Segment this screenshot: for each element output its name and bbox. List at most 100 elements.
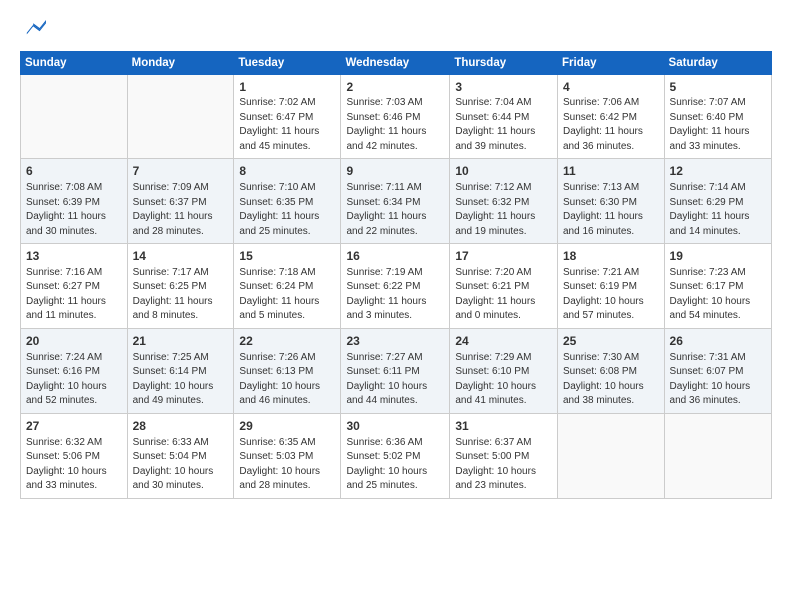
day-cell: 19Sunrise: 7:23 AM Sunset: 6:17 PM Dayli… bbox=[664, 244, 771, 329]
day-number: 9 bbox=[346, 163, 444, 180]
day-number: 15 bbox=[239, 248, 335, 265]
day-info: Sunrise: 7:18 AM Sunset: 6:24 PM Dayligh… bbox=[239, 266, 335, 324]
day-number: 17 bbox=[455, 248, 552, 265]
day-number: 13 bbox=[26, 248, 122, 265]
day-cell: 24Sunrise: 7:29 AM Sunset: 6:10 PM Dayli… bbox=[450, 328, 558, 413]
day-cell: 18Sunrise: 7:21 AM Sunset: 6:19 PM Dayli… bbox=[558, 244, 665, 329]
day-info: Sunrise: 7:13 AM Sunset: 6:30 PM Dayligh… bbox=[563, 181, 659, 239]
day-number: 8 bbox=[239, 163, 335, 180]
week-row-4: 20Sunrise: 7:24 AM Sunset: 6:16 PM Dayli… bbox=[21, 328, 772, 413]
day-info: Sunrise: 6:32 AM Sunset: 5:06 PM Dayligh… bbox=[26, 436, 122, 494]
day-cell: 1Sunrise: 7:02 AM Sunset: 6:47 PM Daylig… bbox=[234, 74, 341, 159]
day-number: 6 bbox=[26, 163, 122, 180]
day-info: Sunrise: 6:37 AM Sunset: 5:00 PM Dayligh… bbox=[455, 436, 552, 494]
day-cell: 4Sunrise: 7:06 AM Sunset: 6:42 PM Daylig… bbox=[558, 74, 665, 159]
day-number: 28 bbox=[133, 418, 229, 435]
day-number: 24 bbox=[455, 333, 552, 350]
day-info: Sunrise: 7:24 AM Sunset: 6:16 PM Dayligh… bbox=[26, 351, 122, 409]
week-row-2: 6Sunrise: 7:08 AM Sunset: 6:39 PM Daylig… bbox=[21, 159, 772, 244]
day-cell: 2Sunrise: 7:03 AM Sunset: 6:46 PM Daylig… bbox=[341, 74, 450, 159]
day-cell: 12Sunrise: 7:14 AM Sunset: 6:29 PM Dayli… bbox=[664, 159, 771, 244]
day-info: Sunrise: 7:27 AM Sunset: 6:11 PM Dayligh… bbox=[346, 351, 444, 409]
day-number: 4 bbox=[563, 79, 659, 96]
day-cell: 25Sunrise: 7:30 AM Sunset: 6:08 PM Dayli… bbox=[558, 328, 665, 413]
day-cell: 7Sunrise: 7:09 AM Sunset: 6:37 PM Daylig… bbox=[127, 159, 234, 244]
week-row-5: 27Sunrise: 6:32 AM Sunset: 5:06 PM Dayli… bbox=[21, 413, 772, 498]
day-cell: 13Sunrise: 7:16 AM Sunset: 6:27 PM Dayli… bbox=[21, 244, 128, 329]
day-number: 19 bbox=[670, 248, 766, 265]
week-row-3: 13Sunrise: 7:16 AM Sunset: 6:27 PM Dayli… bbox=[21, 244, 772, 329]
day-info: Sunrise: 7:14 AM Sunset: 6:29 PM Dayligh… bbox=[670, 181, 766, 239]
day-info: Sunrise: 6:36 AM Sunset: 5:02 PM Dayligh… bbox=[346, 436, 444, 494]
day-number: 16 bbox=[346, 248, 444, 265]
day-cell: 26Sunrise: 7:31 AM Sunset: 6:07 PM Dayli… bbox=[664, 328, 771, 413]
day-info: Sunrise: 6:33 AM Sunset: 5:04 PM Dayligh… bbox=[133, 436, 229, 494]
day-cell: 9Sunrise: 7:11 AM Sunset: 6:34 PM Daylig… bbox=[341, 159, 450, 244]
day-cell: 21Sunrise: 7:25 AM Sunset: 6:14 PM Dayli… bbox=[127, 328, 234, 413]
day-number: 18 bbox=[563, 248, 659, 265]
col-header-thursday: Thursday bbox=[450, 51, 558, 74]
day-cell: 29Sunrise: 6:35 AM Sunset: 5:03 PM Dayli… bbox=[234, 413, 341, 498]
day-number: 1 bbox=[239, 79, 335, 96]
day-number: 30 bbox=[346, 418, 444, 435]
day-cell: 27Sunrise: 6:32 AM Sunset: 5:06 PM Dayli… bbox=[21, 413, 128, 498]
page: SundayMondayTuesdayWednesdayThursdayFrid… bbox=[0, 0, 792, 509]
day-number: 3 bbox=[455, 79, 552, 96]
day-cell: 6Sunrise: 7:08 AM Sunset: 6:39 PM Daylig… bbox=[21, 159, 128, 244]
day-cell: 10Sunrise: 7:12 AM Sunset: 6:32 PM Dayli… bbox=[450, 159, 558, 244]
day-cell: 8Sunrise: 7:10 AM Sunset: 6:35 PM Daylig… bbox=[234, 159, 341, 244]
day-info: Sunrise: 7:26 AM Sunset: 6:13 PM Dayligh… bbox=[239, 351, 335, 409]
calendar-table: SundayMondayTuesdayWednesdayThursdayFrid… bbox=[20, 51, 772, 499]
day-info: Sunrise: 7:11 AM Sunset: 6:34 PM Dayligh… bbox=[346, 181, 444, 239]
day-cell: 5Sunrise: 7:07 AM Sunset: 6:40 PM Daylig… bbox=[664, 74, 771, 159]
day-info: Sunrise: 7:12 AM Sunset: 6:32 PM Dayligh… bbox=[455, 181, 552, 239]
day-cell: 22Sunrise: 7:26 AM Sunset: 6:13 PM Dayli… bbox=[234, 328, 341, 413]
day-number: 21 bbox=[133, 333, 229, 350]
day-info: Sunrise: 7:19 AM Sunset: 6:22 PM Dayligh… bbox=[346, 266, 444, 324]
day-info: Sunrise: 7:08 AM Sunset: 6:39 PM Dayligh… bbox=[26, 181, 122, 239]
day-number: 14 bbox=[133, 248, 229, 265]
day-number: 2 bbox=[346, 79, 444, 96]
day-number: 26 bbox=[670, 333, 766, 350]
day-number: 22 bbox=[239, 333, 335, 350]
day-number: 31 bbox=[455, 418, 552, 435]
day-info: Sunrise: 7:23 AM Sunset: 6:17 PM Dayligh… bbox=[670, 266, 766, 324]
logo-bird-icon bbox=[22, 16, 46, 40]
day-number: 27 bbox=[26, 418, 122, 435]
day-info: Sunrise: 7:17 AM Sunset: 6:25 PM Dayligh… bbox=[133, 266, 229, 324]
day-cell: 23Sunrise: 7:27 AM Sunset: 6:11 PM Dayli… bbox=[341, 328, 450, 413]
day-info: Sunrise: 7:04 AM Sunset: 6:44 PM Dayligh… bbox=[455, 96, 552, 154]
col-header-wednesday: Wednesday bbox=[341, 51, 450, 74]
day-cell: 16Sunrise: 7:19 AM Sunset: 6:22 PM Dayli… bbox=[341, 244, 450, 329]
day-cell: 14Sunrise: 7:17 AM Sunset: 6:25 PM Dayli… bbox=[127, 244, 234, 329]
day-info: Sunrise: 6:35 AM Sunset: 5:03 PM Dayligh… bbox=[239, 436, 335, 494]
day-info: Sunrise: 7:16 AM Sunset: 6:27 PM Dayligh… bbox=[26, 266, 122, 324]
day-cell: 30Sunrise: 6:36 AM Sunset: 5:02 PM Dayli… bbox=[341, 413, 450, 498]
day-cell: 3Sunrise: 7:04 AM Sunset: 6:44 PM Daylig… bbox=[450, 74, 558, 159]
logo bbox=[20, 16, 46, 45]
day-cell: 15Sunrise: 7:18 AM Sunset: 6:24 PM Dayli… bbox=[234, 244, 341, 329]
day-number: 25 bbox=[563, 333, 659, 350]
day-info: Sunrise: 7:09 AM Sunset: 6:37 PM Dayligh… bbox=[133, 181, 229, 239]
day-number: 20 bbox=[26, 333, 122, 350]
day-cell: 20Sunrise: 7:24 AM Sunset: 6:16 PM Dayli… bbox=[21, 328, 128, 413]
day-cell: 17Sunrise: 7:20 AM Sunset: 6:21 PM Dayli… bbox=[450, 244, 558, 329]
week-row-1: 1Sunrise: 7:02 AM Sunset: 6:47 PM Daylig… bbox=[21, 74, 772, 159]
col-header-tuesday: Tuesday bbox=[234, 51, 341, 74]
day-info: Sunrise: 7:29 AM Sunset: 6:10 PM Dayligh… bbox=[455, 351, 552, 409]
day-number: 5 bbox=[670, 79, 766, 96]
day-info: Sunrise: 7:03 AM Sunset: 6:46 PM Dayligh… bbox=[346, 96, 444, 154]
day-number: 10 bbox=[455, 163, 552, 180]
day-number: 7 bbox=[133, 163, 229, 180]
day-cell: 11Sunrise: 7:13 AM Sunset: 6:30 PM Dayli… bbox=[558, 159, 665, 244]
day-number: 12 bbox=[670, 163, 766, 180]
day-info: Sunrise: 7:30 AM Sunset: 6:08 PM Dayligh… bbox=[563, 351, 659, 409]
day-number: 29 bbox=[239, 418, 335, 435]
day-info: Sunrise: 7:25 AM Sunset: 6:14 PM Dayligh… bbox=[133, 351, 229, 409]
col-header-sunday: Sunday bbox=[21, 51, 128, 74]
day-info: Sunrise: 7:20 AM Sunset: 6:21 PM Dayligh… bbox=[455, 266, 552, 324]
day-info: Sunrise: 7:10 AM Sunset: 6:35 PM Dayligh… bbox=[239, 181, 335, 239]
calendar-header-row: SundayMondayTuesdayWednesdayThursdayFrid… bbox=[21, 51, 772, 74]
col-header-friday: Friday bbox=[558, 51, 665, 74]
day-info: Sunrise: 7:07 AM Sunset: 6:40 PM Dayligh… bbox=[670, 96, 766, 154]
